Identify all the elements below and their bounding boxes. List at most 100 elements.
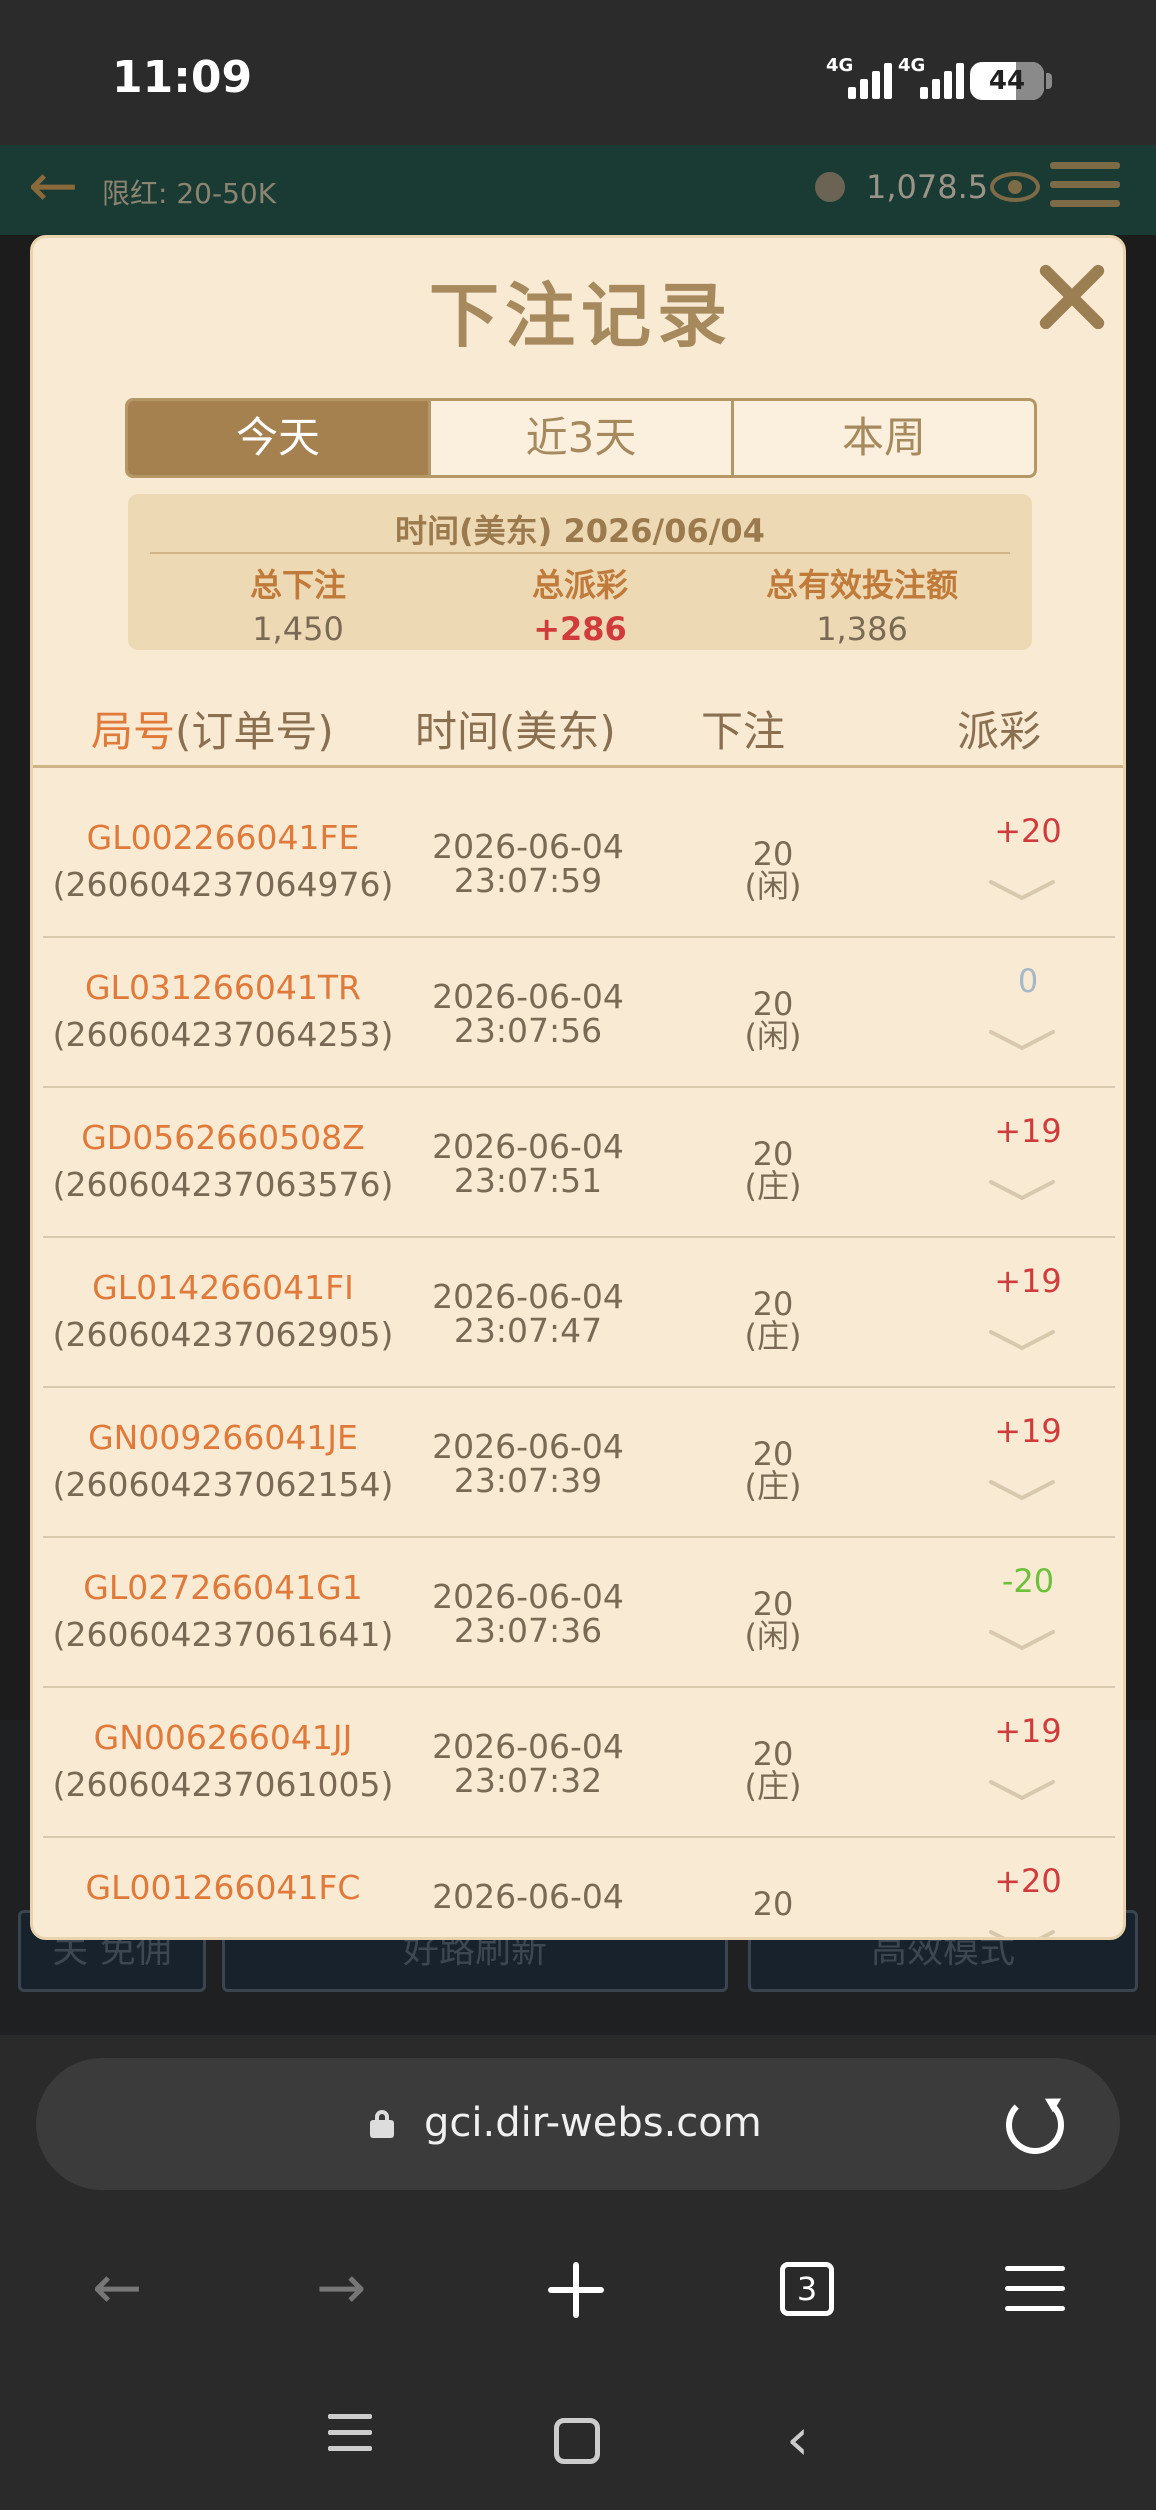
forward-icon[interactable]: → (316, 2258, 366, 2318)
header-time: 时间(美东) (415, 707, 616, 756)
payout-value: -20 (1001, 1562, 1055, 1600)
bet-side: (闲) (744, 1017, 802, 1055)
chevron-down-icon[interactable] (987, 1928, 1057, 1937)
table-row[interactable]: GN006266041JJ (260604237061005) 2026-06-04… (43, 1688, 1115, 1838)
bet-time: 23:07:59 (453, 861, 603, 900)
game-id: GD0562660508Z (81, 1118, 365, 1157)
bet-cell: 20 (庄) (683, 1438, 863, 1502)
tab-switcher-button[interactable]: 3 (780, 2262, 834, 2316)
payout-value: +19 (994, 1112, 1062, 1150)
game-id: GL014266041FI (92, 1268, 354, 1307)
table-header: 局号(订单号) 时间(美东) 下注 派彩 (33, 698, 1123, 768)
order-id: (260604237061641) (52, 1615, 394, 1654)
chevron-down-icon[interactable] (987, 1478, 1057, 1502)
bet-date: 2026-06-04 (432, 1277, 624, 1316)
eye-icon[interactable] (990, 172, 1040, 202)
order-cell: GL014266041FI (260604237062905) (43, 1268, 403, 1354)
total-bet-value: 1,450 (252, 610, 344, 648)
date-tabs: 今天 近3天 本周 (125, 398, 1037, 478)
divider (150, 552, 1010, 554)
time-cell: 2026-06-04 23:07:56 (403, 980, 653, 1048)
table-row[interactable]: GN009266041JE (260604237062154) 2026-06-04… (43, 1388, 1115, 1538)
game-id: GL027266041G1 (83, 1568, 363, 1607)
bet-time: 23:07:56 (453, 1011, 603, 1050)
bet-side: (闲) (744, 867, 802, 905)
bet-amount: 20 (752, 1135, 794, 1173)
payout-value: +19 (994, 1412, 1062, 1450)
chevron-down-icon[interactable] (987, 1028, 1057, 1052)
bet-date: 2026-06-04 (432, 977, 624, 1016)
bet-side: (庄) (744, 1317, 802, 1355)
bet-date: 2026-06-04 (432, 1727, 624, 1766)
total-bet: 总下注 1,450 (148, 560, 448, 648)
bet-amount: 20 (752, 835, 794, 873)
time-cell: 2026-06-04 23:07:59 (403, 830, 653, 898)
bet-cell: 20 (庄) (683, 1738, 863, 1802)
game-id: GL031266041TR (84, 968, 361, 1007)
payout-value: +19 (994, 1262, 1062, 1300)
time-cell: 2026-06-04 23:07:36 (403, 1580, 653, 1648)
chevron-down-icon[interactable] (987, 878, 1057, 902)
total-payout-label: 总派彩 (531, 566, 628, 604)
payout-value: +20 (994, 1862, 1062, 1900)
total-payout: 总派彩 +286 (430, 560, 730, 648)
bet-cell: 20 (闲) (683, 988, 863, 1052)
bet-record-modal: 下注记录 今天 近3天 本周 时间(美东) 2026/06/04 总下注 1,4… (30, 235, 1126, 1940)
payout-value: 0 (1017, 962, 1039, 1000)
bet-date: 2026-06-04 (432, 827, 624, 866)
table-row[interactable]: GL001266041FC 2026-06-04 20 +20 (43, 1838, 1115, 1937)
new-tab-icon[interactable] (548, 2262, 604, 2318)
reload-icon[interactable] (1006, 2096, 1064, 2154)
record-list[interactable]: GL002266041FE (260604237064976) 2026-06-04… (43, 784, 1115, 1937)
bet-time: 23:07:51 (453, 1161, 603, 1200)
bet-amount: 20 (752, 1435, 794, 1473)
browser-menu-icon[interactable] (1005, 2266, 1065, 2312)
table-row[interactable]: GL014266041FI (260604237062905) 2026-06-04… (43, 1238, 1115, 1388)
order-id: (260604237063576) (52, 1165, 394, 1204)
order-cell: GN006266041JJ (260604237061005) (43, 1718, 403, 1804)
url-text[interactable]: gci.dir-webs.com (424, 2100, 762, 2146)
order-cell: GD0562660508Z (260604237063576) (43, 1118, 403, 1204)
bet-amount: 20 (752, 1885, 794, 1923)
bet-amount: 20 (752, 1585, 794, 1623)
chevron-down-icon[interactable] (987, 1328, 1057, 1352)
home-icon[interactable] (554, 2418, 600, 2464)
chevron-down-icon[interactable] (987, 1778, 1057, 1802)
back-arrow-icon[interactable]: ← (28, 156, 78, 216)
back-icon[interactable]: ← (92, 2258, 142, 2318)
total-payout-value: +286 (533, 610, 627, 648)
recent-apps-icon[interactable] (328, 2410, 372, 2451)
valid-bet-label: 总有效投注额 (765, 566, 958, 604)
bet-limit: 限红: 20-50K (102, 177, 277, 210)
tab-3days[interactable]: 近3天 (431, 401, 734, 475)
coin-icon (815, 172, 845, 202)
bet-amount: 20 (752, 985, 794, 1023)
bet-side: (庄) (744, 1167, 802, 1205)
header-payout: 派彩 (957, 707, 1042, 756)
game-menu-icon[interactable] (1050, 160, 1120, 210)
time-cell: 2026-06-04 23:07:47 (403, 1280, 653, 1348)
summary-panel: 时间(美东) 2026/06/04 总下注 1,450 总派彩 +286 总有效… (128, 494, 1032, 650)
tab-today[interactable]: 今天 (128, 401, 431, 475)
bet-date: 2026-06-04 (432, 1427, 624, 1466)
chevron-down-icon[interactable] (987, 1178, 1057, 1202)
system-back-icon[interactable]: ‹ (786, 2410, 809, 2468)
game-id: GL002266041FE (86, 818, 360, 857)
close-icon[interactable] (1033, 258, 1109, 334)
order-id: (260604237062905) (52, 1315, 394, 1354)
total-bet-label: 总下注 (249, 566, 346, 604)
chevron-down-icon[interactable] (987, 1628, 1057, 1652)
lock-icon (370, 2110, 394, 2138)
bet-cell: 20 (庄) (683, 1138, 863, 1202)
table-row[interactable]: GL027266041G1 (260604237061641) 2026-06-04… (43, 1538, 1115, 1688)
order-id: (260604237064253) (52, 1015, 394, 1054)
table-row[interactable]: GL002266041FE (260604237064976) 2026-06-04… (43, 788, 1115, 938)
header-order-hl: 局号 (91, 707, 176, 756)
bet-cell: 20 (庄) (683, 1288, 863, 1352)
screen: 11:09 4G 4G 44 ← 限红: 20-50K 1,078.5 关 免佣… (0, 0, 1156, 2510)
tab-week[interactable]: 本周 (734, 401, 1034, 475)
summary-date: 时间(美东) 2026/06/04 (395, 512, 765, 550)
table-row[interactable]: GL031266041TR (260604237064253) 2026-06-04… (43, 938, 1115, 1088)
table-row[interactable]: GD0562660508Z (260604237063576) 2026-06-04… (43, 1088, 1115, 1238)
bet-time: 23:07:47 (453, 1311, 603, 1350)
